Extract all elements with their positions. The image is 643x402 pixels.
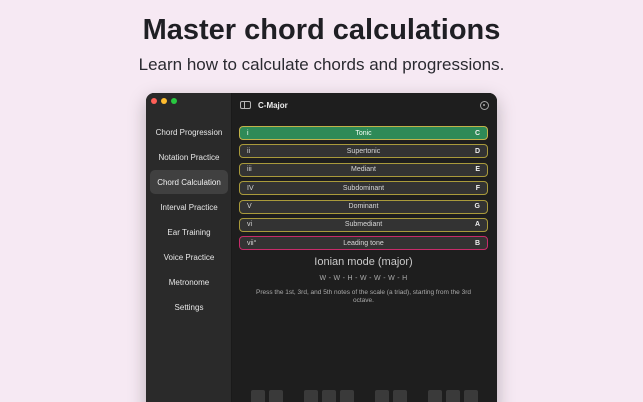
piano-key[interactable]: [322, 390, 336, 402]
piano-key[interactable]: [446, 390, 460, 402]
scale-degree-list: i Tonic C ii Supertonic D iii Mediant E …: [239, 126, 488, 255]
degree-name: Dominant: [348, 203, 379, 211]
degree-row-submediant[interactable]: vi Submediant A: [239, 217, 488, 232]
piano-key[interactable]: [304, 390, 318, 402]
degree-note: D: [474, 147, 480, 155]
sidebar-item-chord-calculation[interactable]: Chord Calculation: [150, 170, 228, 194]
page-title: C-Major: [258, 100, 288, 110]
gear-icon[interactable]: [480, 100, 489, 110]
degree-note: F: [475, 184, 480, 192]
degree-row-mediant[interactable]: iii Mediant E: [239, 162, 488, 177]
minimize-window-button[interactable]: [161, 98, 167, 104]
degree-note: B: [474, 239, 480, 247]
piano-key[interactable]: [269, 390, 283, 402]
degree-roman: iii: [247, 166, 252, 174]
degree-roman: ii: [247, 147, 251, 155]
piano-keyboard: [251, 390, 481, 402]
app-window: Chord Progression Notation Practice Chor…: [146, 93, 497, 402]
toolbar: C-Major: [240, 99, 489, 111]
sidebar-item-interval-practice[interactable]: Interval Practice: [150, 195, 228, 219]
piano-key[interactable]: [464, 390, 478, 402]
degree-roman: V: [247, 203, 252, 211]
degree-name: Tonic: [355, 129, 372, 137]
degree-note: C: [474, 129, 480, 137]
main-content: C-Major i Tonic C ii Supertonic D iii Me…: [232, 93, 497, 402]
sidebar-item-metronome[interactable]: Metronome: [150, 270, 228, 294]
degree-name: Mediant: [351, 166, 376, 174]
piano-key[interactable]: [393, 390, 407, 402]
sidebar-item-settings[interactable]: Settings: [150, 295, 228, 319]
sidebar-toggle-icon[interactable]: [240, 101, 251, 109]
step-pattern: W - W - H - W - W - W - H: [319, 275, 408, 282]
piano-key[interactable]: [375, 390, 389, 402]
zoom-window-button[interactable]: [171, 98, 177, 104]
degree-roman: vi: [247, 221, 253, 229]
sidebar-item-chord-progression[interactable]: Chord Progression: [150, 120, 228, 144]
degree-row-leading-tone[interactable]: vii° Leading tone B: [239, 236, 488, 251]
degree-roman: IV: [247, 184, 254, 192]
piano-key[interactable]: [340, 390, 354, 402]
piano-key[interactable]: [428, 390, 442, 402]
degree-row-supertonic[interactable]: ii Supertonic D: [239, 144, 488, 159]
piano-key[interactable]: [251, 390, 265, 402]
degree-note: A: [474, 221, 480, 229]
degree-name: Submediant: [344, 221, 383, 229]
degree-row-dominant[interactable]: V Dominant G: [239, 199, 488, 214]
degree-name: Leading tone: [343, 239, 384, 247]
degree-row-tonic[interactable]: i Tonic C: [239, 126, 488, 140]
degree-note: E: [475, 166, 480, 174]
marketing-subheadline: Learn how to calculate chords and progre…: [138, 55, 505, 74]
degree-name: Subdominant: [342, 184, 385, 192]
instructions-text: Press the 1st, 3rd, and 5th notes of the…: [256, 289, 471, 304]
sidebar: Chord Progression Notation Practice Chor…: [146, 93, 232, 402]
degree-name: Supertonic: [346, 147, 381, 155]
sidebar-nav: Chord Progression Notation Practice Chor…: [150, 120, 228, 320]
close-window-button[interactable]: [151, 98, 157, 104]
sidebar-item-voice-practice[interactable]: Voice Practice: [150, 245, 228, 269]
degree-roman: vii°: [247, 239, 257, 247]
sidebar-item-notation-practice[interactable]: Notation Practice: [150, 145, 228, 169]
window-controls: [151, 98, 177, 104]
degree-roman: i: [247, 129, 249, 137]
sidebar-item-ear-training[interactable]: Ear Training: [150, 220, 228, 244]
mode-title: Ionian mode (major): [314, 256, 413, 268]
degree-row-subdominant[interactable]: IV Subdominant F: [239, 181, 488, 196]
marketing-headline: Master chord calculations: [142, 14, 501, 46]
degree-note: G: [474, 203, 480, 211]
